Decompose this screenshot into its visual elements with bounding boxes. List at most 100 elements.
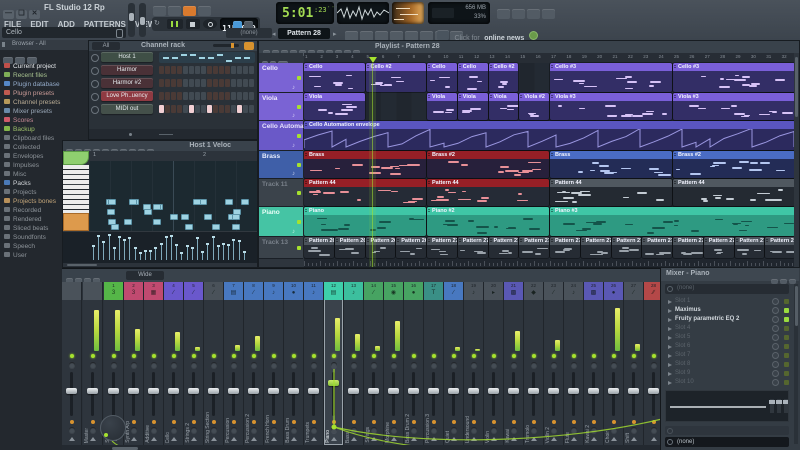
track-mute-led[interactable] bbox=[297, 105, 301, 109]
track-mute-led[interactable] bbox=[297, 220, 301, 224]
slot-arrow-icon[interactable] bbox=[668, 381, 672, 385]
pan-knob[interactable] bbox=[371, 362, 377, 368]
channel-led[interactable] bbox=[492, 354, 496, 358]
velocity-stem[interactable] bbox=[233, 241, 234, 260]
step-cell[interactable] bbox=[171, 79, 176, 87]
clip-cello[interactable]: Cello bbox=[458, 63, 488, 92]
browser-item-backup[interactable]: Backup bbox=[0, 125, 88, 134]
fx-titlebar[interactable]: Mixer - Piano bbox=[661, 268, 799, 281]
slot-mix-knob[interactable] bbox=[772, 307, 779, 314]
strip-header[interactable]: 15◉ bbox=[384, 282, 403, 300]
step-cell[interactable] bbox=[159, 66, 164, 74]
slot-arrow-icon[interactable] bbox=[668, 363, 672, 367]
strip-header[interactable]: 10● bbox=[284, 282, 303, 300]
fx-lamp[interactable] bbox=[412, 420, 416, 424]
route-arrow-icon[interactable] bbox=[571, 437, 577, 441]
pan-knob[interactable] bbox=[491, 362, 497, 368]
slot-enable-led[interactable] bbox=[784, 344, 789, 349]
mixer-strip-bassdrum2[interactable]: 16●Bass Drum 2 bbox=[404, 282, 424, 445]
volume-fader[interactable] bbox=[388, 388, 399, 394]
playlist-titlebar[interactable]: Playlist - Pattern 28 bbox=[259, 41, 799, 53]
channel-row-host1[interactable]: Host 1 bbox=[89, 51, 257, 64]
step-cell[interactable] bbox=[207, 79, 212, 87]
volume-fader[interactable] bbox=[588, 388, 599, 394]
browser-item-scores[interactable]: Scores bbox=[0, 116, 88, 125]
channel-button[interactable]: MIDI out bbox=[101, 104, 153, 114]
fader-track[interactable] bbox=[192, 372, 195, 416]
channel-options-icon[interactable] bbox=[91, 54, 99, 62]
clip-pattern27[interactable]: Pattern 27 bbox=[704, 237, 734, 258]
fx-lamp[interactable] bbox=[552, 420, 556, 424]
velocity-stem[interactable] bbox=[129, 239, 130, 260]
piano-roll-titlebar[interactable]: Host 1 Veloc bbox=[63, 141, 257, 151]
velocity-stem[interactable] bbox=[171, 237, 172, 260]
track-lane-3[interactable]: Cello Automation envelope bbox=[304, 121, 794, 152]
strip-header[interactable]: 22◆ bbox=[524, 282, 543, 300]
mixer-strip[interactable] bbox=[62, 282, 82, 445]
channel-led[interactable] bbox=[452, 354, 456, 358]
velocity-stem[interactable] bbox=[218, 247, 219, 260]
clip-brass2[interactable]: Brass #2 bbox=[673, 151, 795, 178]
track-header-2[interactable]: Viola♪ bbox=[259, 93, 303, 121]
fader-track[interactable] bbox=[152, 372, 155, 416]
clip-brass2[interactable]: Brass #2 bbox=[427, 151, 549, 178]
pan-knob[interactable] bbox=[291, 362, 297, 368]
volume-fader[interactable] bbox=[87, 388, 98, 394]
volume-fader[interactable] bbox=[528, 388, 539, 394]
track-header-6[interactable]: Piano♪ bbox=[259, 207, 303, 237]
piano-roll-grid[interactable] bbox=[89, 161, 257, 231]
channel-options-icon[interactable] bbox=[91, 80, 99, 88]
fx-slot-6[interactable]: Slot 6 bbox=[665, 342, 793, 351]
clip-pattern27[interactable]: Pattern 27 bbox=[427, 237, 457, 258]
volume-fader[interactable] bbox=[208, 388, 219, 394]
midi-note[interactable] bbox=[241, 199, 249, 205]
step-cell[interactable] bbox=[225, 79, 230, 87]
volume-fader[interactable] bbox=[568, 388, 579, 394]
step-cell[interactable] bbox=[225, 105, 230, 113]
step-cell[interactable] bbox=[249, 105, 254, 113]
step-cell[interactable] bbox=[201, 105, 206, 113]
channel-led[interactable] bbox=[372, 354, 376, 358]
send-knob[interactable] bbox=[271, 427, 277, 433]
slot-mix-knob[interactable] bbox=[772, 334, 779, 341]
channel-options-icon[interactable] bbox=[91, 67, 99, 75]
track-header-1[interactable]: Cello♪ bbox=[259, 63, 303, 93]
clip-viola[interactable]: Viola bbox=[304, 93, 365, 120]
volume-fader[interactable] bbox=[348, 388, 359, 394]
step-cell[interactable] bbox=[249, 79, 254, 87]
mixer-strip-strings[interactable]: 14∕Strings bbox=[364, 282, 384, 445]
fader-track[interactable] bbox=[172, 372, 175, 416]
volume-fader[interactable] bbox=[268, 388, 279, 394]
velocity-stem[interactable] bbox=[187, 247, 188, 260]
route-arrow-icon[interactable] bbox=[251, 437, 257, 441]
step-cell[interactable] bbox=[159, 92, 164, 100]
velocity-stem[interactable] bbox=[114, 249, 115, 260]
volume-fader[interactable] bbox=[248, 388, 259, 394]
send-knob[interactable] bbox=[251, 427, 257, 433]
midi-note[interactable] bbox=[232, 224, 240, 230]
pan-knob[interactable] bbox=[231, 362, 237, 368]
route-arrow-icon[interactable] bbox=[651, 437, 657, 441]
fader-track[interactable] bbox=[592, 372, 595, 416]
clip-cello2[interactable]: Cello #2 bbox=[489, 63, 519, 92]
send-knob[interactable] bbox=[391, 427, 397, 433]
step-cell[interactable] bbox=[225, 66, 230, 74]
clip-piano2[interactable]: Piano #2 bbox=[427, 207, 549, 236]
send-knob[interactable] bbox=[231, 427, 237, 433]
channel-led[interactable] bbox=[132, 354, 136, 358]
step-cell[interactable] bbox=[237, 66, 242, 74]
channel-led[interactable] bbox=[352, 354, 356, 358]
track-header-7[interactable]: Track 13 bbox=[259, 237, 303, 259]
pattern-selector[interactable]: ◂ Pattern 28 ▸ bbox=[278, 28, 338, 39]
route-arrow-icon[interactable] bbox=[531, 437, 537, 441]
browser-item-channel-presets[interactable]: Channel presets bbox=[0, 98, 88, 107]
slot-enable-led[interactable] bbox=[784, 299, 789, 304]
send-knob[interactable] bbox=[351, 427, 357, 433]
clip-pattern27[interactable]: Pattern 27 bbox=[581, 237, 611, 258]
track-mute-led[interactable] bbox=[297, 76, 301, 80]
velocity-stem[interactable] bbox=[109, 236, 110, 260]
mixer-view-dropdown[interactable]: Wide bbox=[126, 271, 164, 280]
slot-arrow-icon[interactable] bbox=[668, 354, 672, 358]
pan-knob[interactable] bbox=[90, 362, 96, 368]
velocity-stem[interactable] bbox=[103, 243, 104, 260]
